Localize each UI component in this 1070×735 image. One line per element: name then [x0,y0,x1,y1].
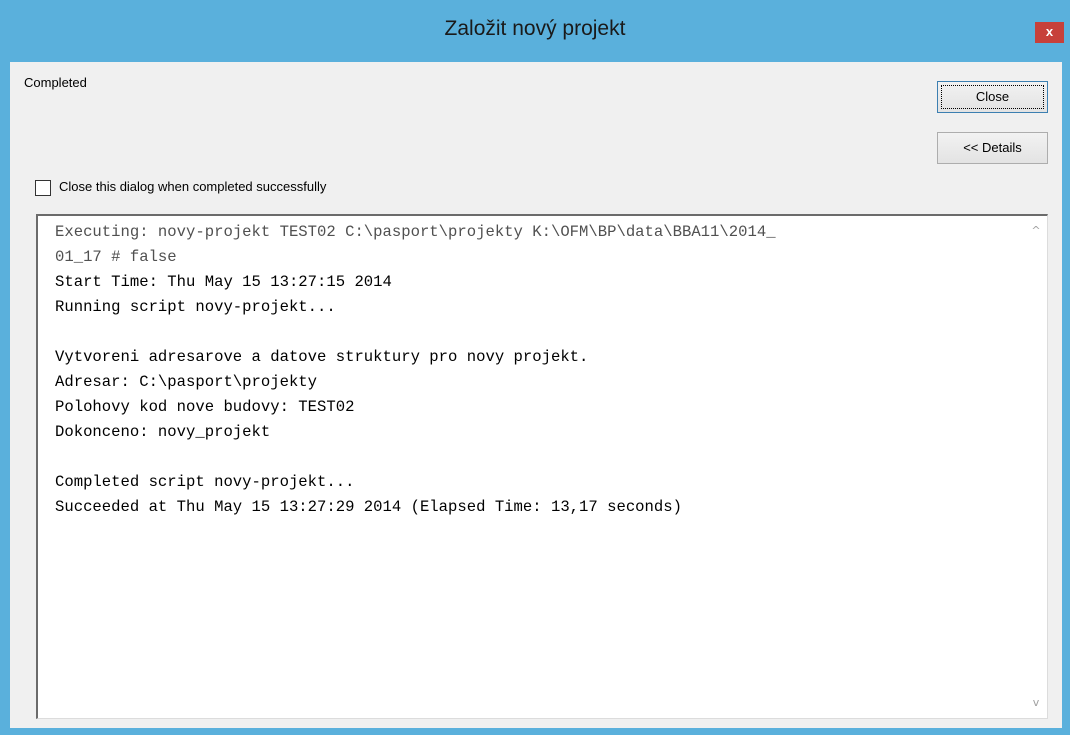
window-title: Založit nový projekt [444,17,626,40]
log-line: Vytvoreni adresarove a datove struktury … [55,348,589,366]
window-close-icon[interactable]: x [1035,22,1064,43]
log-line: Dokonceno: novy_projekt [55,423,271,441]
auto-close-checkbox[interactable] [35,180,51,196]
auto-close-label[interactable]: Close this dialog when completed success… [59,179,326,194]
log-line: Polohovy kod nove budovy: TEST02 [55,398,355,416]
log-line: Completed script novy-projekt... [55,473,355,491]
focus-rectangle [941,85,1044,109]
output-log[interactable]: Executing: novy-projekt TEST02 C:\paspor… [36,214,1048,719]
status-label: Completed [24,75,87,90]
log-line: Adresar: C:\pasport\projekty [55,373,318,391]
dialog-window: Založit nový projekt x Completed Close <… [0,0,1070,735]
close-button[interactable]: Close [937,81,1048,113]
details-button-label: << Details [963,140,1022,155]
scroll-up-icon[interactable]: ^ [1025,220,1047,242]
log-text: Executing: novy-projekt TEST02 C:\paspor… [55,220,1015,520]
log-scrollbar[interactable]: ^ v [1025,216,1047,718]
scroll-down-icon[interactable]: v [1025,692,1047,714]
title-bar[interactable]: Založit nový projekt x [0,0,1070,58]
details-toggle-button[interactable]: << Details [937,132,1048,164]
log-line: Running script novy-projekt... [55,298,336,316]
log-line: Executing: novy-projekt TEST02 C:\paspor… [55,223,776,241]
log-line: Succeeded at Thu May 15 13:27:29 2014 (E… [55,498,682,516]
log-line: 01_17 # false [55,248,177,266]
log-line: Start Time: Thu May 15 13:27:15 2014 [55,273,392,291]
